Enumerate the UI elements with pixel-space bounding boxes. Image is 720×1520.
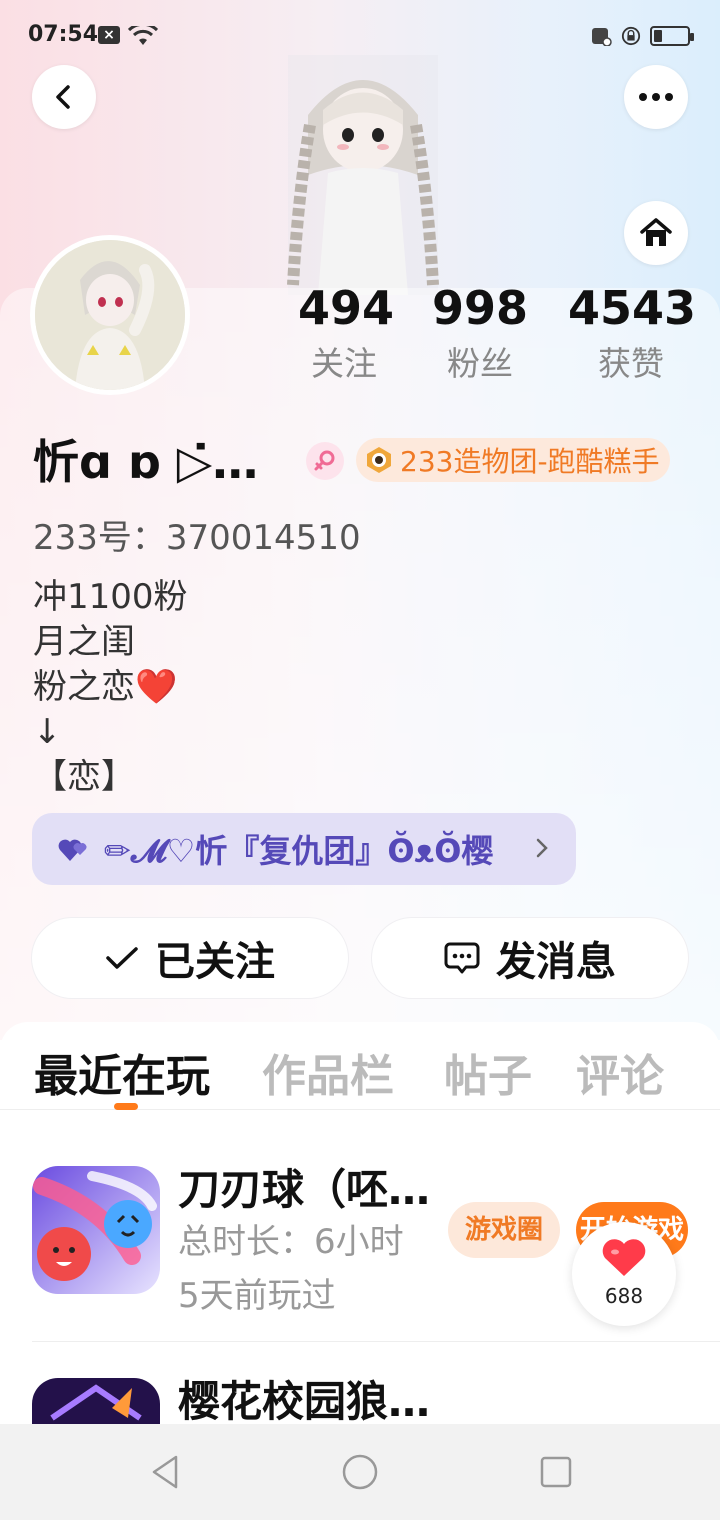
group-medal-icon [367,447,391,473]
tab-comments[interactable]: 评论 [576,1040,664,1104]
stat-likes[interactable]: 4543 获赞 [568,281,697,384]
chevron-right-icon [536,838,548,858]
bio-line: 【恋】 [33,757,135,797]
game-playtime: 总时长：6小时 [178,1222,404,1262]
status-time: 07:54 [28,22,99,47]
message-button[interactable]: 发消息 [372,918,688,998]
tab-indicator [114,1103,138,1110]
avatar-image [35,240,185,390]
tab-posts[interactable]: 帖子 [444,1040,532,1104]
user-id[interactable]: 233号：370014510 [33,510,361,559]
fans-count: 998 [432,281,529,335]
avatar[interactable] [30,235,190,395]
battery-icon [650,26,694,46]
nav-home-icon[interactable] [340,1452,380,1492]
character-illustration [287,55,439,295]
fans-label: 粉丝 [447,344,513,383]
purple-hearts-icon [58,839,87,861]
more-options-button[interactable] [624,65,688,129]
x-box-icon: × [98,26,120,44]
stat-following[interactable]: 494 关注 [298,281,395,384]
like-count: 688 [604,1284,644,1308]
game-title: 樱花校园狼… [178,1377,431,1426]
likes-label: 获赞 [598,344,664,383]
message-label: 发消息 [496,939,616,985]
game-circle-button[interactable]: 游戏圈 [448,1202,560,1258]
follow-button[interactable]: 已关注 [32,918,348,998]
guild-label: ✏𝓜♡忻『复仇团』ʘ̆ᴥʘ̆樱 [104,832,494,870]
like-fab[interactable]: 688 [572,1222,676,1326]
following-count: 494 [298,281,395,335]
bio-line: ↓ [33,712,62,752]
tab-recently-played[interactable]: 最近在玩 [34,1040,210,1104]
bio-line: 月之闺 [33,622,135,662]
heart-icon [602,1239,646,1276]
chat-bubble-icon [444,942,480,974]
username: 忻ɑ ︎ɒ ▷̇… [33,435,259,489]
lock-rotation-icon [621,26,641,46]
status-bar: 07:54 × [0,0,720,72]
sim-card-icon [592,28,612,46]
follow-label: 已关注 [155,939,275,985]
system-nav-bar [0,1424,720,1520]
nav-back-icon[interactable] [146,1452,186,1492]
bio-line: 冲1100粉 [33,577,188,617]
more-dots-icon [639,93,673,101]
bio: 冲1100粉 月之闺 粉之恋❤️ ↓ 【恋】 [33,575,188,800]
likes-count: 4543 [568,281,697,335]
game-title: 刀刃球（呸… [178,1165,431,1214]
game-icon [32,1166,160,1294]
nav-recent-apps-icon[interactable] [536,1452,576,1492]
wifi-icon [128,26,158,45]
bio-line: 粉之恋❤️ [33,667,178,707]
guild-link[interactable]: ✏𝓜♡忻『复仇团』ʘ̆ᴥʘ̆樱 [32,813,576,885]
back-button[interactable] [32,65,96,129]
home-icon [640,218,672,246]
female-gender-icon [306,442,344,480]
tab-bar: 最近在玩 作品栏 帖子 评论 [0,1022,720,1110]
following-label: 关注 [311,344,377,383]
chevron-left-icon [56,85,70,109]
tab-works[interactable]: 作品栏 [262,1040,394,1104]
stat-fans[interactable]: 998 粉丝 [432,282,528,384]
game-last-played: 5天前玩过 [178,1276,336,1316]
group-badge[interactable]: 233造物团-跑酷糕手 [356,438,670,482]
home-button[interactable] [624,201,688,265]
check-icon [106,947,138,969]
group-badge-label: 233造物团-跑酷糕手 [400,445,660,478]
